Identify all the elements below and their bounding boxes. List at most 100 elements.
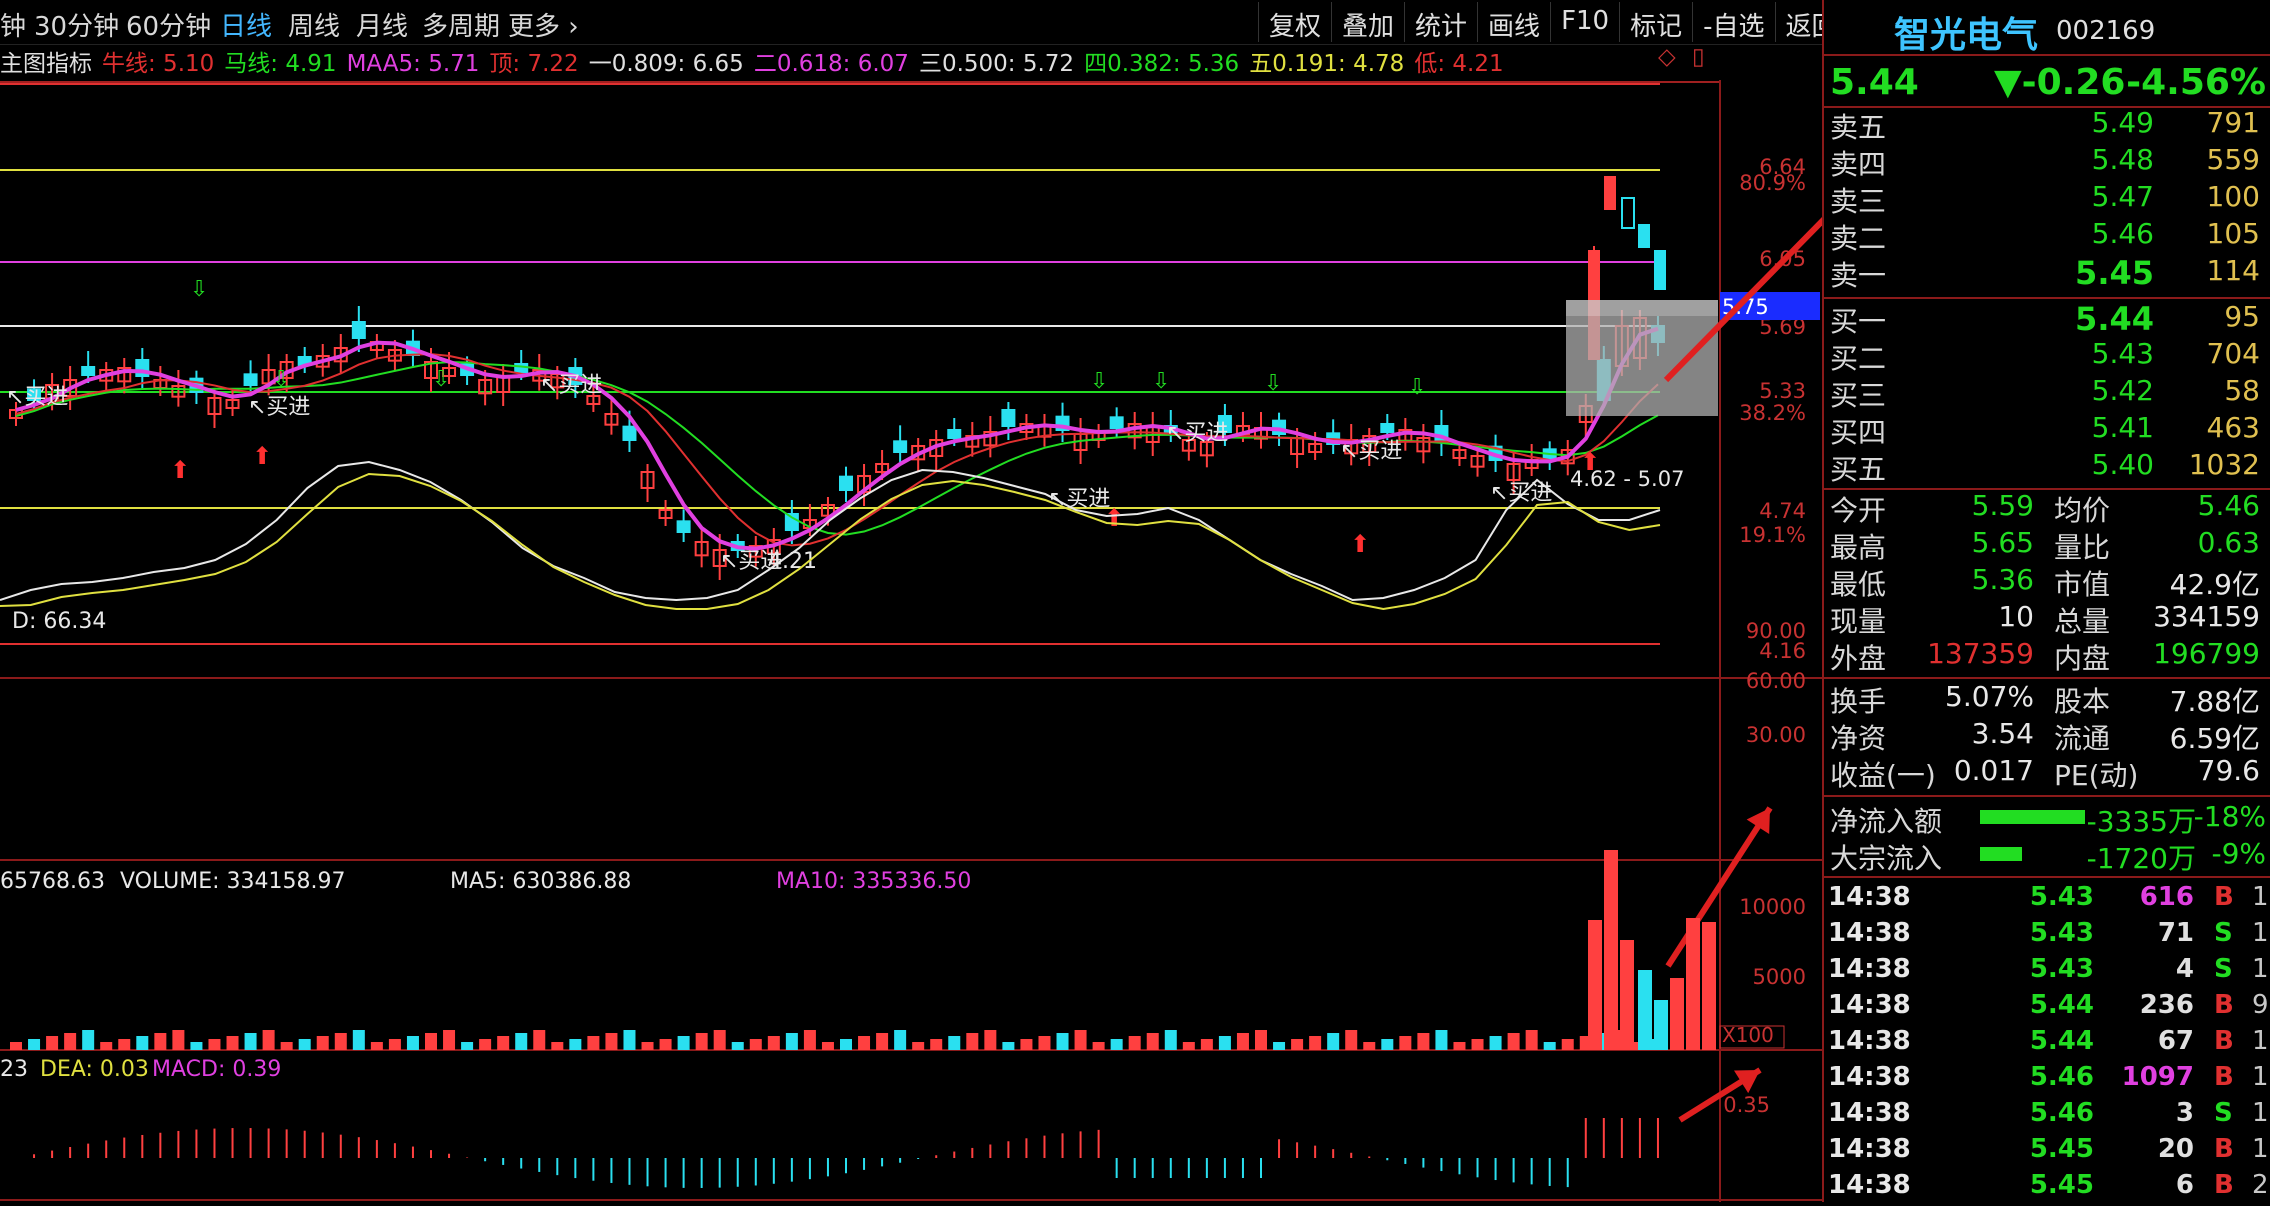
tab-more[interactable]: 更多 › <box>508 6 579 43</box>
ask-price: 5.49 <box>2091 106 2154 139</box>
buy-arrow-icon: ⬆ <box>252 442 272 470</box>
tick-time: 14:38 <box>1828 990 1911 1020</box>
ask-row[interactable]: 卖一 5.45 114 <box>1824 254 2270 292</box>
volume-bar <box>785 1033 798 1050</box>
volume-bar <box>1218 1036 1231 1050</box>
tab-daily[interactable]: 日线 <box>220 6 272 43</box>
volume-bar <box>930 1039 943 1050</box>
f10-button[interactable]: F10 <box>1550 2 1619 42</box>
tick-volume: 616 <box>2139 882 2194 912</box>
volume-bar <box>1038 1036 1051 1050</box>
tick-count: 1 <box>2252 1134 2269 1164</box>
tab-multi-period[interactable]: 多周期 <box>422 6 500 43</box>
buy-arrow-icon: ⬆ <box>170 456 190 484</box>
main-indicator-line: 主图指标 牛线: 5.10 马线: 4.91 MAA5: 5.71 顶: 7.22 一0.… <box>0 44 1820 80</box>
volume-bar <box>984 1030 997 1050</box>
volume-bar <box>118 1039 131 1050</box>
chevron-right-icon: › <box>568 12 579 42</box>
candle-body <box>1604 176 1616 210</box>
indicator-item: MAA5: 5.71 <box>346 51 480 77</box>
flow-value: -3335万 <box>2086 805 2196 838</box>
tab-monthly[interactable]: 月线 <box>356 6 408 43</box>
stat-row: 净资 3.54 流通 6.59亿 <box>1824 717 2270 755</box>
tab-60min[interactable]: 60分钟 <box>126 6 211 43</box>
bid-row[interactable]: 买二 5.43 704 <box>1824 337 2270 375</box>
flow-bar <box>1980 810 2085 824</box>
window-toggle-icon[interactable]: ▯ <box>1692 44 1705 70</box>
stat-label: 流通 <box>2054 722 2111 755</box>
volume-bar <box>569 1039 582 1050</box>
volume-bar <box>1525 1030 1538 1050</box>
ask-volume: 559 <box>2206 143 2260 176</box>
candle-body <box>1654 250 1666 290</box>
macd-axis-label: 0.35 <box>1723 1093 1770 1117</box>
stats-button[interactable]: 统计 <box>1404 2 1477 42</box>
price-axis-label: 38.2% <box>1739 401 1806 425</box>
quote-panel: 智光电气 002169 5.44 ▼-0.26 -4.56% 卖五 5.49 791… <box>1822 0 2270 1202</box>
volume-bar <box>100 1042 113 1050</box>
tick-direction: S <box>2214 918 2233 948</box>
volume-bar <box>731 1042 744 1050</box>
volume-bar <box>1381 1039 1394 1050</box>
stat-value: 196799 <box>2153 637 2260 670</box>
volume-bar <box>659 1039 672 1050</box>
tick-volume: 1097 <box>2121 1062 2194 1092</box>
sell-arrow-icon: ⇩ <box>190 277 208 302</box>
tick-price: 5.43 <box>2029 954 2094 984</box>
candle-body <box>1621 197 1635 229</box>
buy-signal-label: ↖买进 <box>248 395 310 420</box>
price-axis-label: 5.33 <box>1759 379 1806 403</box>
volume-bar <box>298 1039 311 1050</box>
tab-weekly[interactable]: 周线 <box>288 6 340 43</box>
volume-bar <box>172 1030 185 1050</box>
candle-body <box>839 475 853 491</box>
volume-bar <box>443 1030 456 1050</box>
volume-bar <box>28 1039 41 1050</box>
ask-row[interactable]: 卖二 5.46 105 <box>1824 217 2270 255</box>
bid-volume: 704 <box>2206 337 2260 370</box>
volume-bar <box>767 1036 780 1050</box>
diamond-icon[interactable]: ◇ <box>1658 44 1676 70</box>
ask-price: 5.47 <box>2091 180 2154 213</box>
bid-row[interactable]: 买三 5.42 58 <box>1824 374 2270 412</box>
volume-axis-label: 5000 <box>1753 965 1806 989</box>
candle-body <box>676 520 691 534</box>
indicator-item: 三0.500: 5.72 <box>918 51 1075 77</box>
volume-bar <box>1327 1033 1340 1050</box>
volume-bar <box>406 1036 419 1050</box>
draw-line-button[interactable]: 画线 <box>1477 2 1550 42</box>
overlay-button[interactable]: 叠加 <box>1331 2 1404 42</box>
ask-price: 5.48 <box>2091 143 2154 176</box>
tick-volume: 236 <box>2139 990 2194 1020</box>
bid-row[interactable]: 买五 5.40 1032 <box>1824 448 2270 486</box>
stat-row: 收益(一) 0.017 PE(动) 79.6 <box>1824 754 2270 792</box>
volume-bar <box>912 1042 925 1050</box>
tick-row: 14:38 5.43 616 B 19 <box>1824 882 2270 918</box>
indicator-label[interactable]: 主图指标 <box>0 51 92 77</box>
tab-minute[interactable]: 钟 <box>0 6 26 43</box>
tick-volume: 67 <box>2157 1026 2194 1056</box>
volume-ma10-label: MA10: 335336.50 <box>776 869 971 894</box>
ask-row[interactable]: 卖三 5.47 100 <box>1824 180 2270 218</box>
ask-row[interactable]: 卖五 5.49 791 <box>1824 106 2270 144</box>
volume-bar <box>1670 978 1684 1050</box>
fuquan-button[interactable]: 复权 <box>1258 2 1331 42</box>
volume-bar <box>1182 1042 1195 1050</box>
tab-30min[interactable]: 30分钟 <box>34 6 119 43</box>
price-summary: 5.44 ▼-0.26 -4.56% <box>1824 54 2270 108</box>
tick-direction: B <box>2214 1062 2234 1092</box>
stat-row: 换手 5.07% 股本 7.88亿 <box>1824 680 2270 718</box>
tick-direction: S <box>2214 954 2233 984</box>
tick-time: 14:38 <box>1828 882 1911 912</box>
volume-bar <box>370 1042 383 1050</box>
bid-row[interactable]: 买一 5.44 95 <box>1824 300 2270 338</box>
kline-chart[interactable]: 6.6480.9%6.055.695.3338.2%4.7419.1%4.165… <box>0 80 1822 1202</box>
mark-button[interactable]: 标记 <box>1619 2 1692 42</box>
bid-row[interactable]: 买四 5.41 463 <box>1824 411 2270 449</box>
volume-label: VOLUME: 334158.97 <box>120 869 346 894</box>
tick-volume: 4 <box>2175 954 2194 984</box>
remove-watchlist-button[interactable]: -自选 <box>1692 2 1774 42</box>
ask-row[interactable]: 卖四 5.48 559 <box>1824 143 2270 181</box>
flow-pct: -18% <box>2193 800 2266 833</box>
volume-bar <box>334 1033 347 1050</box>
